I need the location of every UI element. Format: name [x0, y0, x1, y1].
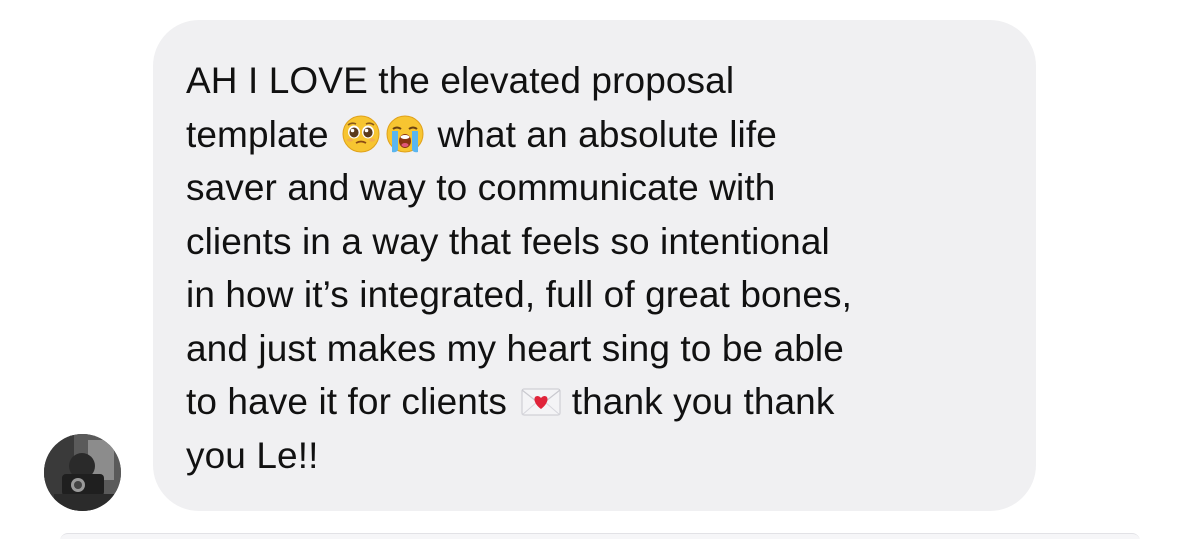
message-line: and just makes my heart sing to be able — [186, 327, 844, 369]
love-letter-emoji-icon — [519, 381, 561, 421]
message-line: saver and way to communicate with — [186, 167, 776, 208]
loudly-crying-face-emoji-icon — [385, 114, 425, 154]
message-fragment: to have it for clients — [186, 381, 518, 422]
avatar-photo — [44, 434, 121, 511]
pleading-face-emoji-icon — [341, 114, 381, 154]
message-text: AH I LOVE the elevated proposal template — [186, 54, 1036, 482]
composer-bar-edge — [60, 533, 1140, 539]
message-fragment: thank you thank — [561, 381, 835, 422]
message-line: AH I LOVE the elevated proposal — [186, 60, 735, 101]
message-line: template what an absolute life — [186, 108, 1036, 162]
message-fragment: template — [186, 113, 340, 155]
message-bubble[interactable]: AH I LOVE the elevated proposal template — [153, 20, 1036, 511]
message-line: you Le!! — [186, 434, 319, 476]
message-line: in how it’s integrated, full of great bo… — [186, 274, 853, 315]
message-line: clients in a way that feels so intention… — [186, 220, 830, 262]
chat-screen: AH I LOVE the elevated proposal template — [0, 0, 1200, 539]
message-line: to have it for clients thank you thank — [186, 375, 1036, 429]
message-fragment: what an absolute life — [427, 113, 777, 155]
avatar[interactable] — [44, 434, 121, 511]
